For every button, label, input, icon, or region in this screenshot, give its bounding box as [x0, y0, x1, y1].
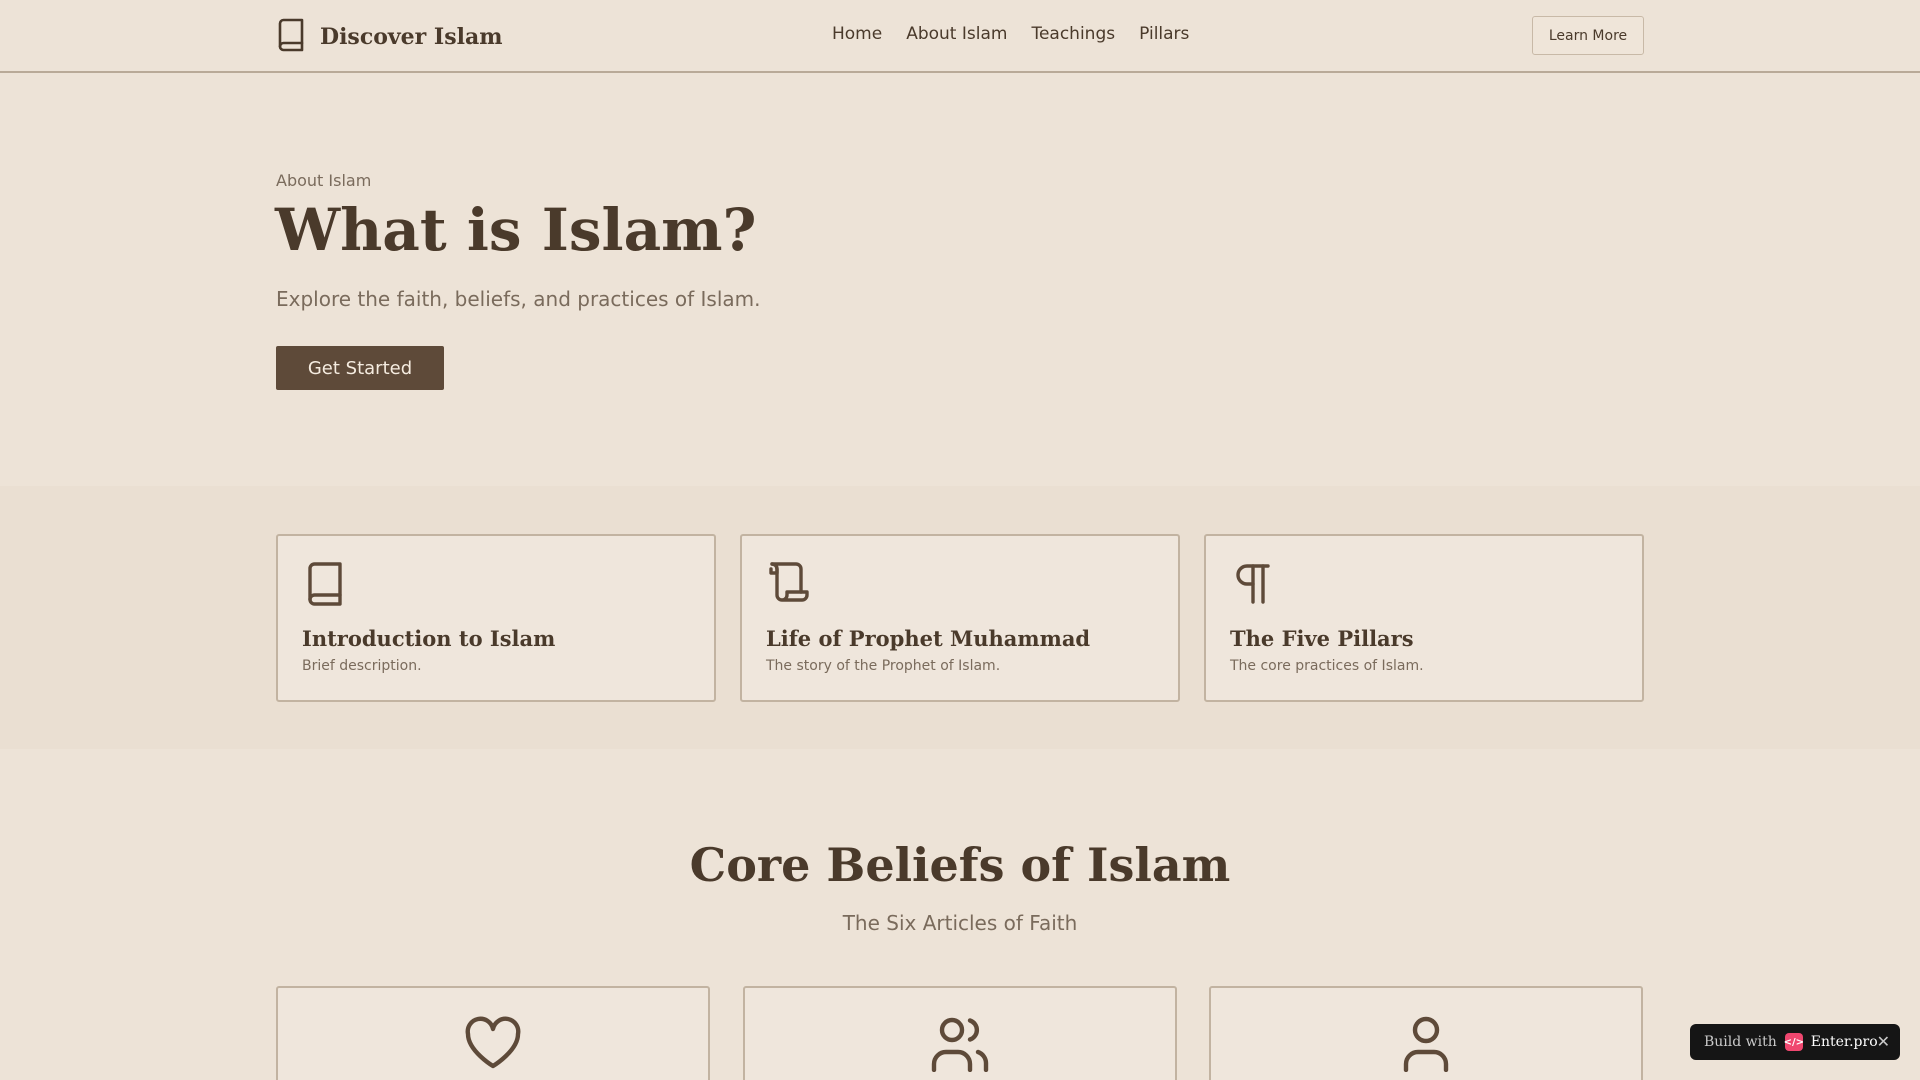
- pilcrow-icon: [1230, 560, 1276, 606]
- feature-title: Life of Prophet Muhammad: [766, 626, 1091, 651]
- users-icon: [930, 1016, 990, 1073]
- badge-brand: Enter.pro: [1810, 1034, 1878, 1050]
- nav-about-islam[interactable]: About Islam: [906, 24, 1007, 44]
- build-with-badge[interactable]: Build with </> Enter.pro ✕: [1690, 1024, 1900, 1060]
- main-nav: Home About Islam Teachings Pillars: [832, 24, 1189, 44]
- get-started-button[interactable]: Get Started: [276, 346, 444, 390]
- nav-home[interactable]: Home: [832, 24, 882, 44]
- feature-description: The core practices of Islam.: [1230, 658, 1424, 674]
- scroll-icon: [766, 560, 812, 606]
- brand-name: Discover Islam: [320, 24, 503, 50]
- belief-card[interactable]: [1209, 986, 1643, 1080]
- badge-text: Build with: [1704, 1034, 1777, 1050]
- belief-card[interactable]: [743, 986, 1177, 1080]
- feature-title: Introduction to Islam: [302, 626, 556, 651]
- learn-more-button[interactable]: Learn More: [1532, 16, 1644, 55]
- enter-logo-icon: </>: [1784, 1033, 1804, 1051]
- feature-description: Brief description.: [302, 658, 422, 674]
- hero-title: What is Islam?: [275, 196, 757, 264]
- site-header: Discover Islam Home About Islam Teaching…: [0, 0, 1920, 73]
- hero-eyebrow: About Islam: [276, 171, 372, 190]
- feature-description: The story of the Prophet of Islam.: [766, 658, 1001, 674]
- user-icon: [1396, 1016, 1456, 1073]
- feature-title: The Five Pillars: [1230, 626, 1414, 651]
- brand[interactable]: Discover Islam: [276, 18, 503, 56]
- nav-teachings[interactable]: Teachings: [1031, 24, 1115, 44]
- feature-card-five-pillars[interactable]: The Five Pillars The core practices of I…: [1204, 534, 1644, 702]
- hero-subtitle: Explore the faith, beliefs, and practice…: [276, 287, 761, 311]
- section-subtitle: The Six Articles of Faith: [842, 911, 1078, 935]
- belief-card[interactable]: [276, 986, 710, 1080]
- book-icon: [302, 560, 348, 606]
- book-icon: [276, 18, 306, 56]
- feature-card-introduction[interactable]: Introduction to Islam Brief description.: [276, 534, 716, 702]
- heart-icon: [463, 1016, 523, 1072]
- nav-pillars[interactable]: Pillars: [1139, 24, 1189, 44]
- feature-card-prophet[interactable]: Life of Prophet Muhammad The story of th…: [740, 534, 1180, 702]
- section-title: Core Beliefs of Islam: [689, 838, 1231, 892]
- close-icon[interactable]: ✕: [1877, 1032, 1890, 1051]
